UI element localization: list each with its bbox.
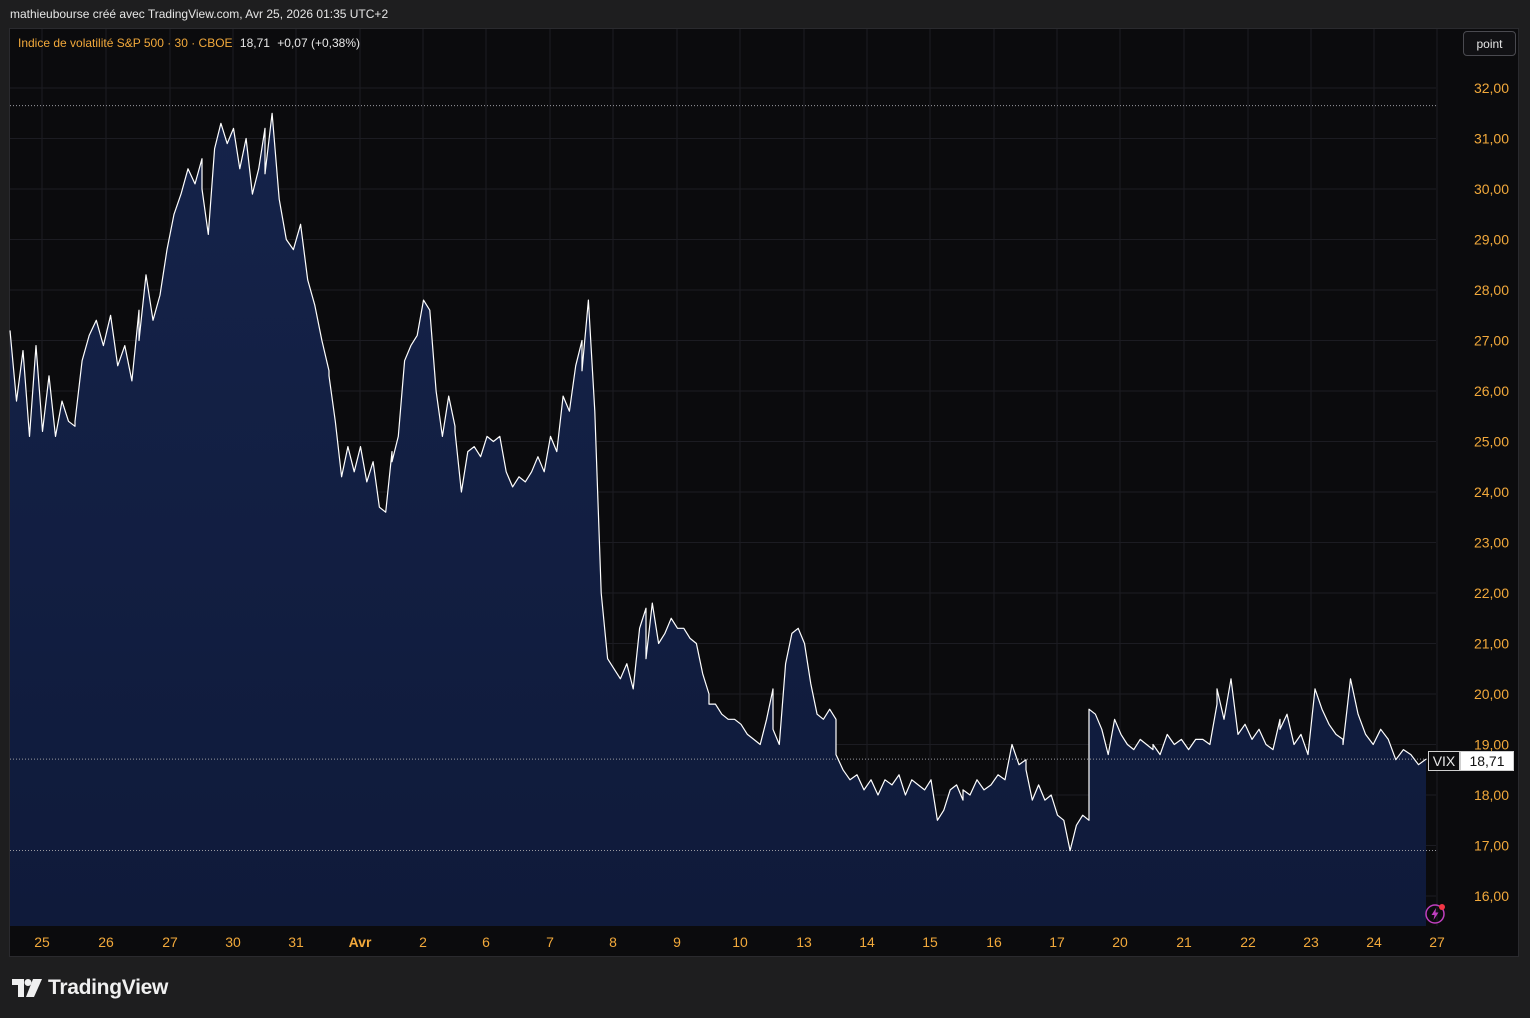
x-tick-label: 22 xyxy=(1240,934,1256,950)
x-tick-label: Avr xyxy=(349,934,372,950)
x-axis: 25 26 27 30 31 Avr 2 6 7 8 9 10 13 14 15 16 17 20 21 22 23 24… xyxy=(34,934,1445,950)
legend-title: Indice de volatilité S&P 500 · 30 · CBOE xyxy=(18,36,233,50)
x-tick-label: 7 xyxy=(546,934,554,950)
x-tick-label: 17 xyxy=(1049,934,1065,950)
y-axis: 32,00 31,00 30,00 29,00 28,00 27,00 26,00 25,00… xyxy=(1474,80,1509,904)
y-tick-label: 24,00 xyxy=(1474,484,1509,500)
x-tick-label: 30 xyxy=(225,934,241,950)
y-tick-label: 22,00 xyxy=(1474,585,1509,601)
chart-legend: Indice de volatilité S&P 500 · 30 · CBOE… xyxy=(18,36,360,50)
y-tick-label: 30,00 xyxy=(1474,181,1509,197)
x-tick-label: 8 xyxy=(609,934,617,950)
x-tick-label: 10 xyxy=(732,934,748,950)
y-tick-label: 20,00 xyxy=(1474,686,1509,702)
x-tick-label: 23 xyxy=(1303,934,1319,950)
vix-area-chart[interactable]: 32,00 31,00 30,00 29,00 28,00 27,00 26,00 25,00… xyxy=(0,0,1530,1018)
x-tick-label: 31 xyxy=(288,934,304,950)
y-tick-label: 26,00 xyxy=(1474,383,1509,399)
x-tick-label: 13 xyxy=(796,934,812,950)
last-price-tag: 18,71 xyxy=(1460,751,1514,771)
y-tick-label: 28,00 xyxy=(1474,282,1509,298)
symbol-price-tag: VIX xyxy=(1428,751,1460,771)
y-tick-label: 16,00 xyxy=(1474,888,1509,904)
x-tick-label: 27 xyxy=(1429,934,1445,950)
x-tick-label: 15 xyxy=(922,934,938,950)
y-tick-label: 18,00 xyxy=(1474,787,1509,803)
tradingview-logo-icon xyxy=(12,979,42,997)
tradingview-logo[interactable]: TradingView xyxy=(12,976,168,1000)
x-tick-label: 14 xyxy=(859,934,875,950)
x-tick-label: 21 xyxy=(1176,934,1192,950)
y-tick-label: 25,00 xyxy=(1474,434,1509,450)
y-tick-label: 17,00 xyxy=(1474,838,1509,854)
x-tick-label: 25 xyxy=(34,934,50,950)
scale-mode-button[interactable]: point xyxy=(1463,31,1516,56)
x-tick-label: 6 xyxy=(482,934,490,950)
x-tick-label: 9 xyxy=(673,934,681,950)
y-tick-label: 21,00 xyxy=(1474,636,1509,652)
legend-last-value: 18,71 xyxy=(239,36,270,50)
y-tick-label: 32,00 xyxy=(1474,80,1509,96)
x-tick-label: 24 xyxy=(1366,934,1382,950)
x-tick-label: 20 xyxy=(1112,934,1128,950)
tradingview-brand: TradingView xyxy=(48,976,169,999)
x-tick-label: 2 xyxy=(419,934,427,950)
y-tick-label: 27,00 xyxy=(1474,333,1509,349)
legend-change: +0,07 (+0,38%) xyxy=(277,36,361,50)
x-tick-label: 26 xyxy=(98,934,114,950)
x-tick-label: 16 xyxy=(986,934,1002,950)
x-tick-label: 27 xyxy=(162,934,178,950)
lightning-bolt-icon[interactable] xyxy=(1424,903,1446,925)
y-tick-label: 23,00 xyxy=(1474,535,1509,551)
series-area-fill xyxy=(10,113,1426,927)
y-tick-label: 29,00 xyxy=(1474,232,1509,248)
y-tick-label: 31,00 xyxy=(1474,131,1509,147)
